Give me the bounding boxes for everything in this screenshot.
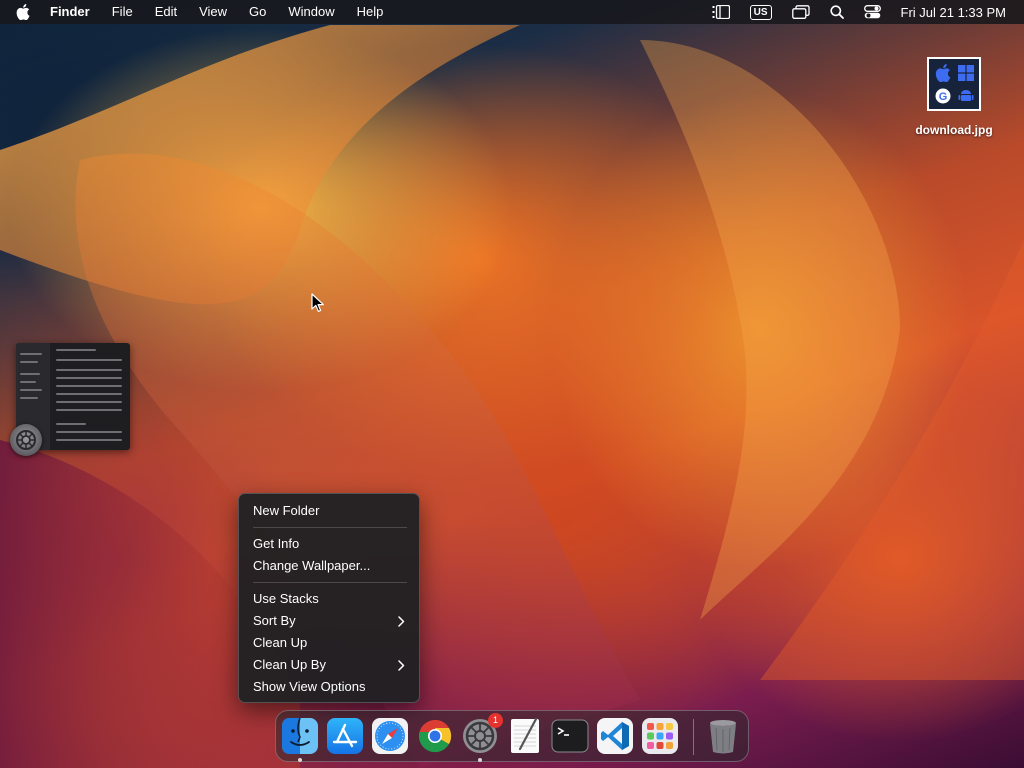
terminal-icon [551, 719, 589, 753]
thumbnail-line [56, 409, 122, 411]
dock-finder[interactable] [281, 717, 319, 755]
thumbnail-line [56, 385, 122, 387]
thumbnail-line [56, 349, 96, 351]
menu-item-label: Change Wallpaper... [253, 558, 371, 573]
desktop-wallpaper[interactable] [0, 0, 1024, 768]
svg-text:G: G [938, 91, 947, 103]
chrome-icon [418, 719, 452, 753]
google-logo-icon: G [932, 85, 953, 106]
menu-separator [253, 582, 407, 583]
thumbnail-line [56, 431, 122, 433]
thumbnail-line [56, 377, 122, 379]
menu-item-use-stacks[interactable]: Use Stacks [239, 588, 419, 610]
menu-item-get-info[interactable]: Get Info [239, 533, 419, 555]
android-logo-icon [955, 85, 976, 106]
menu-item-label: Get Info [253, 536, 300, 551]
thumbnail-line [56, 369, 122, 371]
menu-item-label: Clean Up [253, 635, 308, 650]
dock: 1 [275, 710, 749, 762]
dock-divider [693, 719, 694, 755]
thumbnail-line [20, 361, 38, 363]
menu-item-show-view-options[interactable]: Show View Options [239, 676, 419, 698]
menu-clock[interactable]: Fri Jul 21 1:33 PM [901, 5, 1007, 20]
thumbnail-line [56, 393, 122, 395]
mouse-cursor-icon [311, 293, 325, 318]
vscode-icon [597, 718, 633, 754]
dock-vscode[interactable] [596, 717, 634, 755]
dock-app-store[interactable] [326, 717, 364, 755]
menu-item-label: Show View Options [253, 679, 366, 694]
menu-item-clean-up-by[interactable]: Clean Up By [239, 654, 419, 676]
app-store-icon [327, 718, 363, 754]
desktop-file-label: download.jpg [915, 123, 993, 137]
thumbnail-line [20, 397, 38, 399]
dock-system-settings[interactable]: 1 [461, 713, 503, 755]
windows-logo-icon [955, 62, 976, 83]
menu-item-label: New Folder [253, 503, 320, 518]
dock-trash[interactable] [704, 717, 742, 755]
dock-terminal[interactable] [551, 717, 589, 755]
apple-logo-icon [932, 62, 953, 83]
menu-app-name[interactable]: Finder [50, 0, 90, 24]
chevron-right-icon [398, 610, 405, 632]
menu-item-change-wallpaper[interactable]: Change Wallpaper... [239, 555, 419, 577]
menu-help[interactable]: Help [357, 0, 384, 24]
finder-icon [282, 717, 318, 754]
display-mirror-icon[interactable] [791, 5, 810, 19]
menu-window[interactable]: Window [288, 0, 334, 24]
menu-item-label: Use Stacks [253, 591, 319, 606]
thumbnail-line [56, 423, 86, 425]
list-icon[interactable] [712, 5, 730, 19]
thumbnail-line [20, 381, 36, 383]
menu-item-label: Clean Up By [253, 657, 326, 672]
control-center-icon[interactable] [863, 5, 881, 19]
menu-bar: Finder File Edit View Go Window Help US [0, 0, 1024, 24]
file-thumbnail: G [927, 57, 981, 111]
dock-textedit[interactable] [506, 717, 544, 755]
desktop-file-download-jpg[interactable]: G download.jpg [908, 57, 1000, 137]
menu-item-clean-up[interactable]: Clean Up [239, 632, 419, 654]
thumbnail-line [20, 373, 40, 375]
menu-edit[interactable]: Edit [155, 0, 177, 24]
thumbnail-line [20, 353, 42, 355]
thumbnail-line [56, 359, 122, 361]
desktop-context-menu: New Folder Get Info Change Wallpaper... … [238, 493, 420, 703]
textedit-icon [511, 717, 539, 753]
menu-separator [253, 527, 407, 528]
input-source-label: US [749, 4, 772, 20]
menu-view[interactable]: View [199, 0, 227, 24]
menu-item-new-folder[interactable]: New Folder [239, 500, 419, 522]
system-settings-icon[interactable] [10, 424, 42, 456]
running-indicator [298, 758, 302, 762]
menu-go[interactable]: Go [249, 0, 266, 24]
safari-icon [372, 718, 408, 754]
menu-item-label: Sort By [253, 613, 296, 628]
input-source-icon[interactable]: US [749, 4, 772, 20]
trash-icon [710, 720, 736, 754]
spotlight-search-icon[interactable] [829, 5, 844, 19]
dock-launchpad[interactable] [641, 717, 679, 755]
running-indicator [478, 758, 482, 762]
thumbnail-line [56, 401, 122, 403]
menu-item-sort-by[interactable]: Sort By [239, 610, 419, 632]
apple-logo-icon[interactable] [16, 4, 36, 20]
thumbnail-line [56, 439, 122, 441]
dock-safari[interactable] [371, 717, 409, 755]
notification-badge: 1 [488, 713, 503, 728]
dock-chrome[interactable] [416, 717, 454, 755]
menu-file[interactable]: File [112, 0, 133, 24]
thumbnail-line [20, 389, 42, 391]
chevron-right-icon [398, 654, 405, 676]
launchpad-icon [642, 718, 678, 754]
